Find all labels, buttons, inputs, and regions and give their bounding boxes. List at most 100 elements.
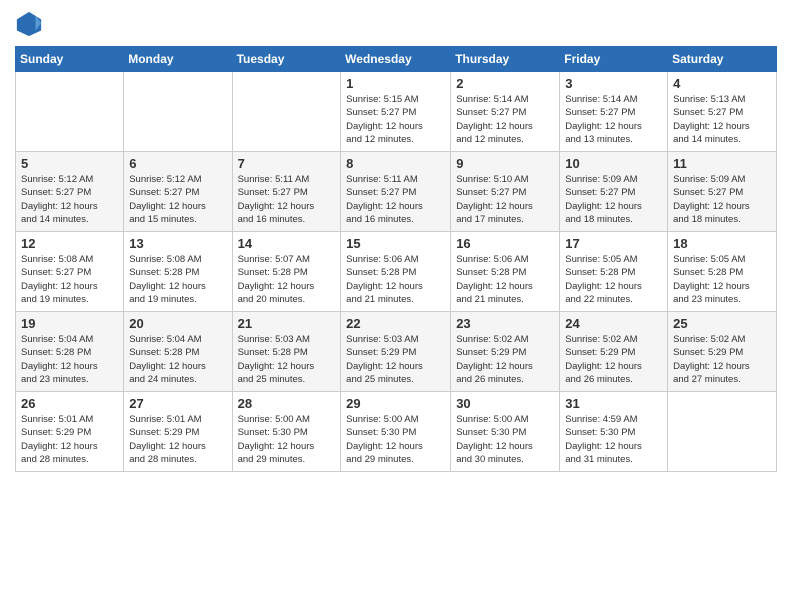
day-number: 6 [129,156,226,171]
calendar-cell: 14Sunrise: 5:07 AMSunset: 5:28 PMDayligh… [232,232,341,312]
day-number: 5 [21,156,118,171]
day-info: Sunrise: 5:14 AMSunset: 5:27 PMDaylight:… [456,93,554,146]
day-number: 1 [346,76,445,91]
calendar-cell: 7Sunrise: 5:11 AMSunset: 5:27 PMDaylight… [232,152,341,232]
day-info: Sunrise: 5:02 AMSunset: 5:29 PMDaylight:… [565,333,662,386]
calendar-cell: 15 Sunrise: 5:06 AMSunset: 5:28 PMDayligh… [341,232,451,312]
calendar-cell: 28 Sunrise: 5:00 AMSunset: 5:30 PMDayligh… [232,392,341,472]
day-number: 13 [129,236,226,251]
day-info: Sunrise: 5:04 AMSunset: 5:28 PMDaylight:… [21,333,118,386]
calendar-cell: 18 Sunrise: 5:05 AMSunset: 5:28 PMDayligh… [668,232,777,312]
day-info: Sunrise: 5:15 AMSunset: 5:27 PMDaylight:… [346,93,445,146]
calendar-cell: 26 Sunrise: 5:01 AMSunset: 5:29 PMDayligh… [16,392,124,472]
calendar-cell: 1 Sunrise: 5:15 AMSunset: 5:27 PMDaylight… [341,72,451,152]
day-number: 10 [565,156,662,171]
day-number: 31 [565,396,662,411]
calendar-cell: 21 Sunrise: 5:03 AMSunset: 5:28 PMDayligh… [232,312,341,392]
day-info: Sunrise: 5:00 AMSunset: 5:30 PMDaylight:… [456,413,554,466]
day-info: Sunrise: 5:09 AMSunset: 5:27 PMDaylight:… [565,173,662,226]
day-number: 22 [346,316,445,331]
calendar-cell: 2 Sunrise: 5:14 AMSunset: 5:27 PMDaylight… [451,72,560,152]
day-info: Sunrise: 5:05 AMSunset: 5:28 PMDaylight:… [565,253,662,306]
calendar-cell: 24 Sunrise: 5:02 AMSunset: 5:29 PMDayligh… [560,312,668,392]
day-number: 16 [456,236,554,251]
calendar-cell: 31 Sunrise: 4:59 AMSunset: 5:30 PMDayligh… [560,392,668,472]
day-info: Sunrise: 5:00 AMSunset: 5:30 PMDaylight:… [238,413,336,466]
day-info: Sunrise: 5:08 AMSunset: 5:27 PMDaylight:… [21,253,118,306]
calendar-header-saturday: Saturday [668,47,777,72]
calendar-week-4: 19 Sunrise: 5:04 AMSunset: 5:28 PMDayligh… [16,312,777,392]
day-number: 2 [456,76,554,91]
calendar-header-wednesday: Wednesday [341,47,451,72]
day-info: Sunrise: 5:09 AMSunset: 5:27 PMDaylight:… [673,173,771,226]
calendar-cell: 13 Sunrise: 5:08 AMSunset: 5:28 PMDayligh… [124,232,232,312]
day-info: Sunrise: 5:08 AMSunset: 5:28 PMDaylight:… [129,253,226,306]
day-info: Sunrise: 5:05 AMSunset: 5:28 PMDaylight:… [673,253,771,306]
day-number: 20 [129,316,226,331]
calendar-cell: 17 Sunrise: 5:05 AMSunset: 5:28 PMDayligh… [560,232,668,312]
day-info: Sunrise: 4:59 AMSunset: 5:30 PMDaylight:… [565,413,662,466]
day-number: 12 [21,236,118,251]
calendar-cell: 4Sunrise: 5:13 AMSunset: 5:27 PMDaylight… [668,72,777,152]
page-container: SundayMondayTuesdayWednesdayThursdayFrid… [0,0,792,482]
day-number: 21 [238,316,336,331]
calendar-cell: 10 Sunrise: 5:09 AMSunset: 5:27 PMDayligh… [560,152,668,232]
calendar-cell: 12 Sunrise: 5:08 AMSunset: 5:27 PMDayligh… [16,232,124,312]
day-info: Sunrise: 5:03 AMSunset: 5:29 PMDaylight:… [346,333,445,386]
day-number: 27 [129,396,226,411]
logo-icon [15,10,43,38]
day-number: 24 [565,316,662,331]
day-number: 8 [346,156,445,171]
calendar-cell [668,392,777,472]
calendar-cell: 8 Sunrise: 5:11 AMSunset: 5:27 PMDaylight… [341,152,451,232]
day-info: Sunrise: 5:01 AMSunset: 5:29 PMDaylight:… [21,413,118,466]
calendar-cell: 5 Sunrise: 5:12 AMSunset: 5:27 PMDaylight… [16,152,124,232]
calendar-header-row: SundayMondayTuesdayWednesdayThursdayFrid… [16,47,777,72]
day-info: Sunrise: 5:13 AMSunset: 5:27 PMDaylight:… [673,93,771,146]
calendar-header-friday: Friday [560,47,668,72]
day-info: Sunrise: 5:00 AMSunset: 5:30 PMDaylight:… [346,413,445,466]
day-number: 28 [238,396,336,411]
day-number: 11 [673,156,771,171]
day-number: 7 [238,156,336,171]
day-info: Sunrise: 5:06 AMSunset: 5:28 PMDaylight:… [346,253,445,306]
day-number: 19 [21,316,118,331]
day-info: Sunrise: 5:01 AMSunset: 5:29 PMDaylight:… [129,413,226,466]
day-number: 3 [565,76,662,91]
calendar-cell: 22 Sunrise: 5:03 AMSunset: 5:29 PMDayligh… [341,312,451,392]
calendar-week-1: 1 Sunrise: 5:15 AMSunset: 5:27 PMDaylight… [16,72,777,152]
calendar-cell [124,72,232,152]
calendar-week-5: 26 Sunrise: 5:01 AMSunset: 5:29 PMDayligh… [16,392,777,472]
day-info: Sunrise: 5:10 AMSunset: 5:27 PMDaylight:… [456,173,554,226]
day-info: Sunrise: 5:12 AMSunset: 5:27 PMDaylight:… [129,173,226,226]
day-number: 30 [456,396,554,411]
calendar-week-2: 5 Sunrise: 5:12 AMSunset: 5:27 PMDaylight… [16,152,777,232]
day-info: Sunrise: 5:02 AMSunset: 5:29 PMDaylight:… [673,333,771,386]
header-area [15,10,777,38]
logo [15,10,47,38]
calendar-header-sunday: Sunday [16,47,124,72]
day-info: Sunrise: 5:12 AMSunset: 5:27 PMDaylight:… [21,173,118,226]
calendar-cell [232,72,341,152]
calendar-header-monday: Monday [124,47,232,72]
calendar-cell: 23Sunrise: 5:02 AMSunset: 5:29 PMDayligh… [451,312,560,392]
day-number: 9 [456,156,554,171]
calendar-cell [16,72,124,152]
day-number: 23 [456,316,554,331]
calendar-cell: 6 Sunrise: 5:12 AMSunset: 5:27 PMDaylight… [124,152,232,232]
calendar-header-thursday: Thursday [451,47,560,72]
day-info: Sunrise: 5:14 AMSunset: 5:27 PMDaylight:… [565,93,662,146]
day-number: 15 [346,236,445,251]
calendar-cell: 30 Sunrise: 5:00 AMSunset: 5:30 PMDayligh… [451,392,560,472]
day-number: 18 [673,236,771,251]
day-number: 17 [565,236,662,251]
day-number: 26 [21,396,118,411]
calendar-cell: 16Sunrise: 5:06 AMSunset: 5:28 PMDayligh… [451,232,560,312]
day-number: 14 [238,236,336,251]
calendar-cell: 19 Sunrise: 5:04 AMSunset: 5:28 PMDayligh… [16,312,124,392]
day-info: Sunrise: 5:03 AMSunset: 5:28 PMDaylight:… [238,333,336,386]
day-info: Sunrise: 5:11 AMSunset: 5:27 PMDaylight:… [346,173,445,226]
calendar-table: SundayMondayTuesdayWednesdayThursdayFrid… [15,46,777,472]
day-number: 25 [673,316,771,331]
day-info: Sunrise: 5:04 AMSunset: 5:28 PMDaylight:… [129,333,226,386]
